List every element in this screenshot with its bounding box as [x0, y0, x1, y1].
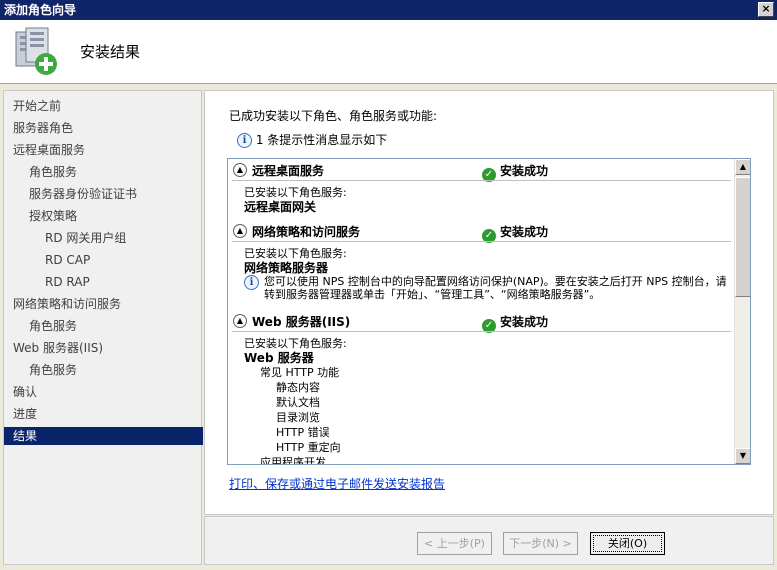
feature-item: 默认文档: [276, 396, 320, 409]
nav-rd-gateway-user-groups[interactable]: RD 网关用户组: [4, 229, 203, 247]
nav-before-you-begin[interactable]: 开始之前: [4, 97, 203, 115]
feature-item: HTTP 重定向: [276, 441, 341, 454]
feature-group: 常见 HTTP 功能: [260, 366, 340, 379]
window-titlebar: 添加角色向导 ×: [0, 0, 777, 20]
results-content: ▲ 远程桌面服务 ✓ 安装成功 已安装以下角色服务: 远程桌面网关 ▲ 网络策略和…: [228, 159, 735, 464]
feature-item: HTTP 错误: [276, 426, 330, 439]
section-name: 网络策略和访问服务: [252, 225, 361, 239]
info-icon: i: [237, 133, 252, 148]
note-text: 您可以使用 NPS 控制台中的向导配置网络访问保护(NAP)。要在安装之后打开 …: [264, 275, 727, 301]
nav-rd-rap[interactable]: RD RAP: [4, 273, 203, 291]
previous-button[interactable]: < 上一步(P): [417, 532, 492, 555]
section-header-rds[interactable]: ▲ 远程桌面服务 ✓ 安装成功: [228, 159, 735, 182]
nav-role-services-nps[interactable]: 角色服务: [4, 317, 203, 335]
print-report-link[interactable]: 打印、保存或通过电子邮件发送安装报告: [229, 475, 445, 492]
section-name: 远程桌面服务: [252, 164, 325, 178]
intro-text: 已成功安装以下角色、角色服务或功能:: [229, 109, 438, 123]
nav-rd-cap[interactable]: RD CAP: [4, 251, 203, 269]
section-divider: [232, 241, 731, 242]
next-button[interactable]: 下一步(N) >: [503, 532, 578, 555]
collapse-icon[interactable]: ▲: [233, 314, 247, 328]
server-add-icon: [15, 27, 57, 75]
feature-group: 应用程序开发: [260, 456, 326, 464]
installed-service: 远程桌面网关: [244, 200, 317, 214]
results-list[interactable]: ▲ 远程桌面服务 ✓ 安装成功 已安装以下角色服务: 远程桌面网关 ▲ 网络策略和…: [227, 158, 751, 465]
status-success: ✓ 安装成功: [482, 162, 548, 182]
nav-server-roles[interactable]: 服务器角色: [4, 119, 203, 137]
nav-progress[interactable]: 进度: [4, 405, 203, 423]
vertical-scrollbar[interactable]: ▲ ▼: [734, 159, 750, 464]
results-pane: 已成功安装以下角色、角色服务或功能: i 1 条提示性消息显示如下 ▲ 远程桌面…: [204, 90, 774, 515]
nav-authorization-policies[interactable]: 授权策略: [4, 207, 203, 225]
nav-confirmation[interactable]: 确认: [4, 383, 203, 401]
scroll-down-icon[interactable]: ▼: [735, 448, 750, 464]
info-icon: i: [244, 275, 259, 290]
scroll-up-icon[interactable]: ▲: [735, 159, 750, 175]
wizard-nav: 开始之前 服务器角色 远程桌面服务 角色服务 服务器身份验证证书 授权策略 RD…: [3, 90, 203, 565]
scroll-thumb[interactable]: [735, 177, 750, 297]
feature-item: 静态内容: [276, 381, 320, 394]
section-header-iis[interactable]: ▲ Web 服务器(IIS) ✓ 安装成功: [228, 310, 735, 333]
info-summary: i 1 条提示性消息显示如下: [237, 131, 387, 148]
section-divider: [232, 180, 731, 181]
nap-info-note: i 您可以使用 NPS 控制台中的向导配置网络访问保护(NAP)。要在安装之后打…: [244, 275, 734, 303]
section-header-nps[interactable]: ▲ 网络策略和访问服务 ✓ 安装成功: [228, 220, 735, 243]
status-success: ✓ 安装成功: [482, 313, 548, 333]
page-title: 安装结果: [80, 43, 141, 61]
collapse-icon[interactable]: ▲: [233, 163, 247, 177]
nav-role-services[interactable]: 角色服务: [4, 163, 203, 181]
info-count-text: 1 条提示性消息显示如下: [255, 133, 388, 147]
feature-item: 目录浏览: [276, 411, 320, 424]
nav-remote-desktop-services[interactable]: 远程桌面服务: [4, 141, 203, 159]
wizard-header: 安装结果: [0, 20, 777, 84]
nav-network-policy[interactable]: 网络策略和访问服务: [4, 295, 203, 313]
close-icon[interactable]: ×: [758, 2, 774, 17]
installed-service: 网络策略服务器: [244, 261, 329, 275]
close-button[interactable]: 关闭(O): [590, 532, 665, 555]
collapse-icon[interactable]: ▲: [233, 224, 247, 238]
nav-results[interactable]: 结果: [4, 427, 203, 445]
status-success: ✓ 安装成功: [482, 223, 548, 243]
nav-web-server[interactable]: Web 服务器(IIS): [4, 339, 203, 357]
window-title: 添加角色向导: [4, 3, 77, 17]
nav-server-auth-cert[interactable]: 服务器身份验证证书: [4, 185, 203, 203]
section-divider: [232, 331, 731, 332]
nav-role-services-iis[interactable]: 角色服务: [4, 361, 203, 379]
section-name: Web 服务器(IIS): [252, 315, 351, 329]
button-bar: < 上一步(P) 下一步(N) > 关闭(O): [204, 516, 774, 565]
